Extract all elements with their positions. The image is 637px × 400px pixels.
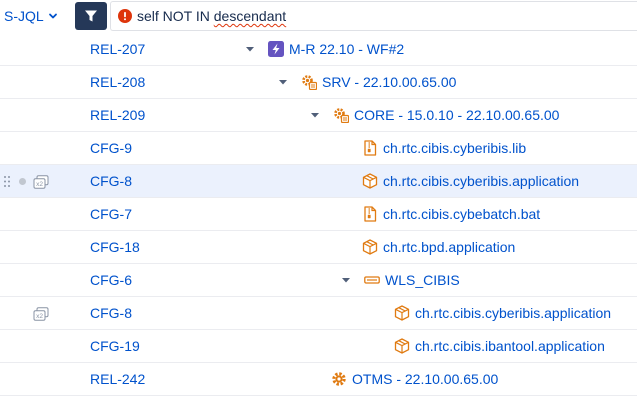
box-icon (362, 173, 378, 189)
zip-file-icon (364, 206, 377, 222)
multiple-occurrences-icon: x2 (33, 307, 49, 321)
chevron-down-icon[interactable] (341, 275, 351, 285)
multi-badge-text: x2 (36, 313, 43, 320)
zip-file-icon (364, 140, 377, 156)
tree-row[interactable]: CFG-19 ch.rtc.cibis.ibantool.application (0, 330, 637, 363)
query-flagged-word: descendant (213, 8, 287, 24)
box-icon (362, 239, 378, 255)
tree-row[interactable]: CFG-7 ch.rtc.cibis.cybebatch.bat (0, 198, 637, 231)
issue-key-link[interactable]: CFG-8 (90, 297, 132, 329)
issue-key-link[interactable]: CFG-19 (90, 330, 140, 362)
multi-badge-text: x2 (36, 181, 43, 188)
multiple-occurrences-icon: x2 (33, 175, 49, 189)
chevron-down-icon[interactable] (245, 44, 255, 54)
tree-row[interactable]: REL-242 OTMS - 22.10.00.65.00 (0, 363, 637, 396)
status-dot (19, 178, 26, 185)
issue-title-link[interactable]: ch.rtc.cibis.ibantool.application (415, 338, 605, 354)
chevron-down-icon[interactable] (278, 77, 288, 87)
gear-package-icon (302, 75, 317, 90)
tree-row-selected[interactable]: x2 CFG-8 ch.rtc.cibis.cyberibis.applicat… (0, 165, 637, 198)
tree-row[interactable]: REL-208 SRV - 22.10.00.65.00 (0, 66, 637, 99)
issue-key-link[interactable]: REL-207 (90, 33, 145, 65)
issue-key-link[interactable]: CFG-8 (90, 165, 132, 197)
query-mode-select[interactable]: S-JQL (4, 6, 58, 26)
issue-title-link[interactable]: M-R 22.10 - WF#2 (289, 41, 404, 57)
issue-key-link[interactable]: REL-208 (90, 66, 145, 98)
issue-title-link[interactable]: SRV - 22.10.00.65.00 (322, 74, 456, 90)
issue-title-link[interactable]: OTMS - 22.10.00.65.00 (352, 371, 498, 387)
structure-tree: REL-207 M-R 22.10 - WF#2 REL-208 SRV - 2… (0, 33, 637, 396)
query-field[interactable]: self NOT IN descendant (110, 1, 637, 31)
tree-row[interactable]: x2 CFG-8 ch.rtc.cibis.cyberibis.applicat… (0, 297, 637, 330)
filter-button[interactable] (75, 2, 107, 30)
issue-title-link[interactable]: ch.rtc.cibis.cyberibis.application (415, 305, 611, 321)
chevron-down-icon[interactable] (310, 110, 320, 120)
drag-handle-icon[interactable] (3, 175, 11, 188)
tree-row[interactable]: REL-209 CORE - 15.0.10 - 22.10.00.65.00 (0, 99, 637, 132)
issue-key-link[interactable]: REL-242 (90, 363, 145, 395)
issue-title-link[interactable]: ch.rtc.cibis.cybebatch.bat (383, 206, 540, 222)
server-icon (364, 276, 380, 284)
issue-title-link[interactable]: ch.rtc.cibis.cyberibis.lib (383, 140, 526, 156)
query-text: self NOT IN descendant (137, 8, 286, 24)
issue-key-link[interactable]: CFG-18 (90, 231, 140, 263)
funnel-icon (85, 10, 97, 22)
bolt-icon (268, 41, 284, 57)
gear-icon (332, 372, 346, 386)
query-mode-label: S-JQL (4, 8, 44, 24)
issue-title-link[interactable]: ch.rtc.bpd.application (383, 239, 515, 255)
tree-row[interactable]: CFG-18 ch.rtc.bpd.application (0, 231, 637, 264)
issue-key-link[interactable]: CFG-6 (90, 264, 132, 296)
issue-key-link[interactable]: REL-209 (90, 99, 145, 131)
issue-title-link[interactable]: WLS_CIBIS (385, 272, 460, 288)
tree-row[interactable]: REL-207 M-R 22.10 - WF#2 (0, 33, 637, 66)
issue-title-link[interactable]: ch.rtc.cibis.cyberibis.application (383, 173, 579, 189)
query-text-prefix: self NOT IN (137, 8, 214, 24)
issue-key-link[interactable]: CFG-9 (90, 132, 132, 164)
tree-row[interactable]: CFG-9 ch.rtc.cibis.cyberibis.lib (0, 132, 637, 165)
issue-key-link[interactable]: CFG-7 (90, 198, 132, 230)
query-toolbar: S-JQL self NOT IN descendant (0, 0, 637, 33)
issue-title-link[interactable]: CORE - 15.0.10 - 22.10.00.65.00 (354, 107, 559, 123)
box-icon (394, 338, 410, 354)
tree-row[interactable]: CFG-6 WLS_CIBIS (0, 264, 637, 297)
box-icon (394, 305, 410, 321)
gear-package-icon (334, 108, 349, 123)
error-icon (118, 9, 132, 23)
chevron-down-icon (48, 13, 57, 19)
